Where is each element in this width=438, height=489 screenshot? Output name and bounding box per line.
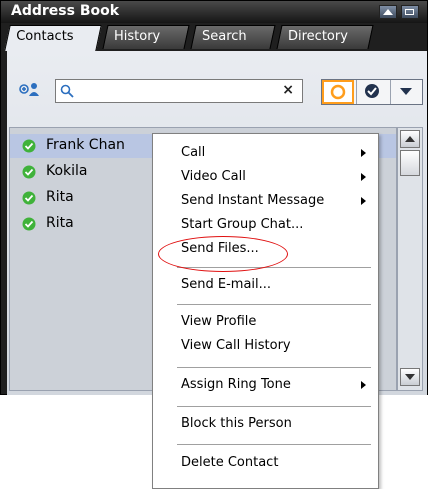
send-files-highlight-ring <box>158 236 288 272</box>
contact-name: Kokila <box>46 163 88 179</box>
contact-context-menu: Call Video Call Send Instant Message Sta… <box>152 133 379 489</box>
tab-history[interactable]: History <box>102 25 190 49</box>
chevron-up-icon <box>405 136 415 142</box>
add-contact-icon[interactable] <box>19 81 41 97</box>
tab-search[interactable]: Search <box>190 25 276 49</box>
title-bar[interactable]: Address Book <box>1 1 427 23</box>
tab-contacts[interactable]: Contacts <box>4 25 102 51</box>
window-title: Address Book <box>11 3 120 19</box>
search-input[interactable] <box>78 82 278 102</box>
submenu-arrow-icon <box>361 381 366 389</box>
menu-separator <box>177 406 371 407</box>
chevron-down-icon <box>405 374 415 380</box>
available-status-icon <box>22 139 36 153</box>
menu-item-view-profile[interactable]: View Profile <box>153 311 378 333</box>
menu-item-block-person[interactable]: Block this Person <box>153 413 378 435</box>
presence-filter-button[interactable] <box>322 80 354 104</box>
scroll-down-button[interactable] <box>400 368 420 386</box>
contact-name: Frank Chan <box>46 137 125 153</box>
scroll-up-button[interactable] <box>400 130 420 148</box>
search-icon <box>60 84 74 98</box>
menu-item-delete-contact[interactable]: Delete Contact <box>153 452 378 474</box>
chevron-down-icon <box>400 88 412 95</box>
submenu-arrow-icon <box>361 173 366 181</box>
contact-name: Rita <box>46 189 74 205</box>
contacts-toolbar: × <box>7 51 427 117</box>
menu-item-send-email[interactable]: Send E-mail... <box>153 274 378 296</box>
tab-directory[interactable]: Directory <box>276 25 374 49</box>
menu-separator <box>177 367 371 368</box>
menu-item-send-instant-message[interactable]: Send Instant Message <box>153 190 378 212</box>
contact-name: Rita <box>46 215 74 231</box>
minimize-icon[interactable] <box>379 5 397 19</box>
menu-item-start-group-chat[interactable]: Start Group Chat... <box>153 214 378 236</box>
menu-item-video-call[interactable]: Video Call <box>153 166 378 188</box>
available-status-icon <box>22 191 36 205</box>
submenu-arrow-icon <box>361 197 366 205</box>
available-status-icon <box>22 165 36 179</box>
submenu-arrow-icon <box>361 149 366 157</box>
menu-item-view-call-history[interactable]: View Call History <box>153 335 378 357</box>
menu-item-call[interactable]: Call <box>153 142 378 164</box>
available-filter-button[interactable] <box>356 80 388 104</box>
contact-list-scrollbar[interactable] <box>397 127 423 391</box>
menu-item-assign-ring-tone[interactable]: Assign Ring Tone <box>153 374 378 396</box>
available-status-icon <box>22 217 36 231</box>
search-box: × <box>55 79 303 103</box>
restore-icon[interactable] <box>401 5 419 19</box>
clear-search-icon[interactable]: × <box>282 82 294 98</box>
checkmark-icon <box>365 84 379 98</box>
presence-filter-group <box>321 79 423 105</box>
menu-separator <box>177 444 371 445</box>
menu-separator <box>177 304 371 305</box>
scroll-thumb[interactable] <box>400 150 420 176</box>
filter-dropdown-button[interactable] <box>390 80 422 104</box>
presence-ring-icon <box>330 84 346 100</box>
